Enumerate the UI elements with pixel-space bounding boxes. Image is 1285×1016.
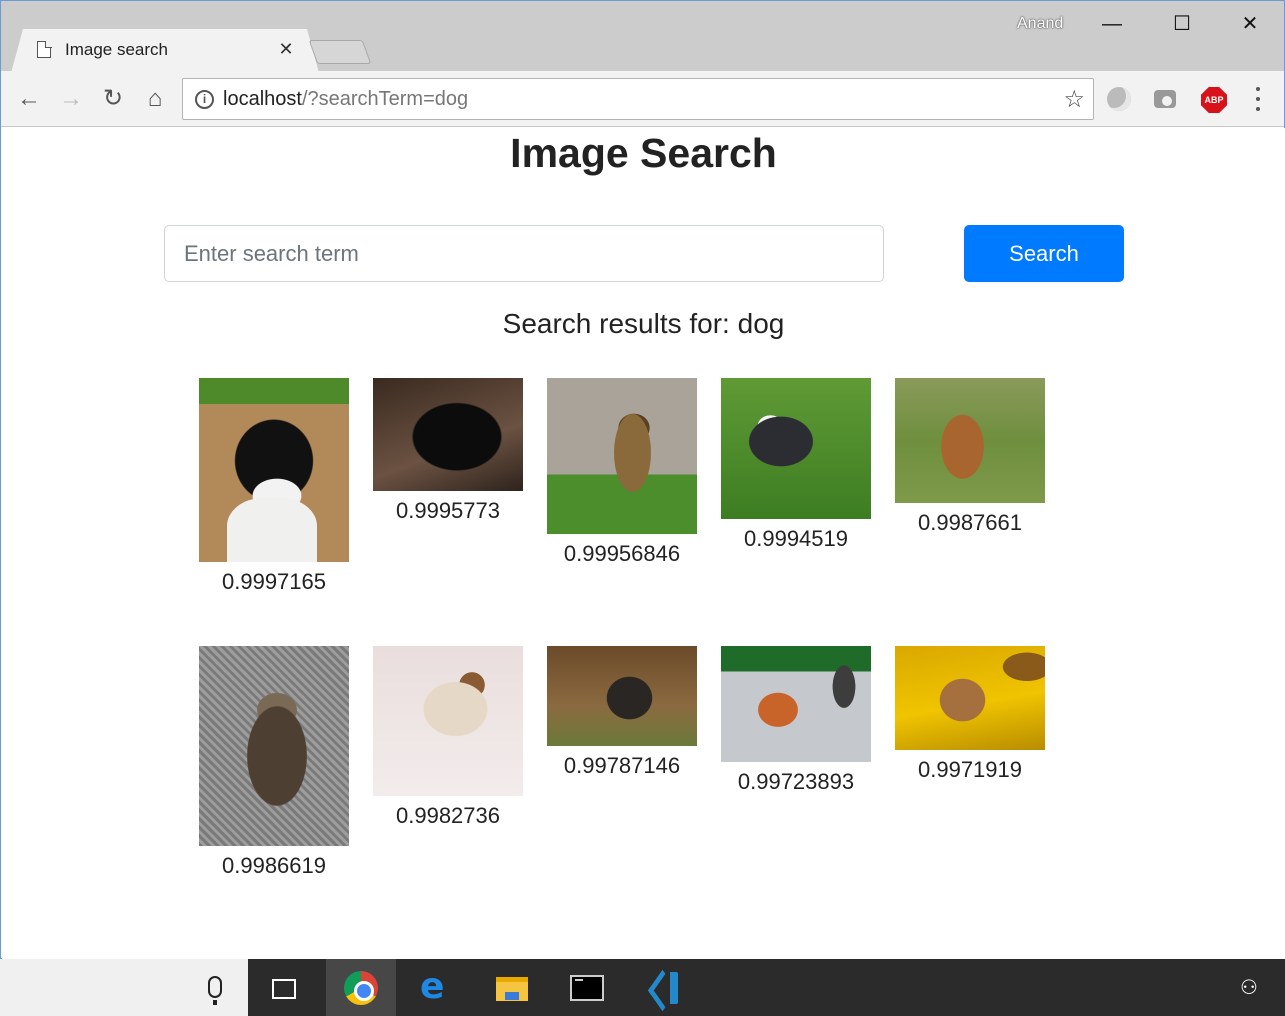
search-input[interactable] bbox=[164, 225, 884, 282]
tab-title: Image search bbox=[65, 40, 168, 59]
browser-window: Image search ✕ Anand — ☐ ✕ ← → ↻ ⌂ i loc… bbox=[0, 0, 1285, 959]
result-score: 0.9987661 bbox=[918, 510, 1022, 535]
result-image[interactable] bbox=[373, 646, 523, 796]
result-image[interactable] bbox=[895, 646, 1045, 750]
result-image[interactable] bbox=[199, 646, 349, 846]
chrome-taskbar-button[interactable] bbox=[326, 959, 396, 1016]
vscode-icon bbox=[648, 972, 678, 1004]
result-item: 0.9995773 bbox=[373, 378, 523, 524]
bookmark-star-icon[interactable]: ☆ bbox=[1063, 85, 1085, 114]
result-score: 0.9997165 bbox=[222, 569, 326, 594]
tab-close-icon[interactable]: ✕ bbox=[275, 38, 297, 60]
result-item: 0.9971919 bbox=[895, 646, 1045, 783]
result-image[interactable] bbox=[547, 378, 697, 534]
result-item: 0.9997165 bbox=[199, 378, 349, 595]
result-image[interactable] bbox=[895, 378, 1045, 503]
result-item: 0.9986619 bbox=[199, 646, 349, 879]
maximize-button[interactable]: ☐ bbox=[1148, 1, 1216, 47]
task-view-icon[interactable] bbox=[248, 959, 318, 1016]
browser-toolbar: ← → ↻ ⌂ i localhost/?searchTerm=dog ☆ AB… bbox=[1, 71, 1284, 127]
result-score: 0.99723893 bbox=[737, 769, 855, 794]
result-image[interactable] bbox=[547, 646, 697, 746]
result-item: 0.99956846 bbox=[547, 378, 697, 567]
result-item: 0.99787146 bbox=[547, 646, 697, 779]
page-icon bbox=[37, 40, 52, 58]
chrome-icon bbox=[344, 971, 378, 1005]
profile-name[interactable]: Anand bbox=[1017, 15, 1063, 33]
result-score: 0.9971919 bbox=[918, 757, 1022, 782]
chrome-menu-icon[interactable] bbox=[1251, 85, 1265, 113]
info-icon[interactable]: i bbox=[195, 90, 214, 109]
taskbar: e bbox=[248, 959, 1285, 1016]
result-score: 0.9982736 bbox=[396, 803, 500, 828]
command-prompt-taskbar-button[interactable] bbox=[550, 959, 620, 1016]
result-item: 0.99723893 bbox=[721, 646, 871, 795]
tab-image-search[interactable]: Image search ✕ bbox=[11, 29, 319, 73]
address-bar[interactable]: i localhost/?searchTerm=dog ☆ bbox=[182, 78, 1094, 120]
page-content: Image Search Search Search results for: … bbox=[2, 128, 1285, 959]
results-heading: Search results for: dog bbox=[502, 308, 785, 339]
result-item: 0.9987661 bbox=[895, 378, 1045, 536]
edge-taskbar-button[interactable]: e bbox=[400, 959, 470, 1016]
search-button[interactable]: Search bbox=[964, 225, 1124, 282]
forward-arrow-icon[interactable]: → bbox=[57, 85, 85, 113]
result-item: 0.9994519 bbox=[721, 378, 871, 552]
edge-icon: e bbox=[420, 966, 445, 1007]
result-score: 0.9995773 bbox=[396, 498, 500, 523]
page-title: Image Search bbox=[510, 130, 777, 176]
back-arrow-icon[interactable]: ← bbox=[15, 85, 43, 113]
extension-ghost-icon[interactable] bbox=[1107, 87, 1131, 111]
result-item: 0.9982736 bbox=[373, 646, 523, 829]
title-bar: Image search ✕ Anand — ☐ ✕ bbox=[1, 1, 1284, 73]
result-score: 0.9986619 bbox=[222, 853, 326, 878]
reload-icon[interactable]: ↻ bbox=[99, 85, 127, 113]
result-image[interactable] bbox=[721, 646, 871, 762]
vscode-taskbar-button[interactable] bbox=[626, 959, 696, 1016]
close-window-button[interactable]: ✕ bbox=[1216, 1, 1284, 47]
new-tab-button[interactable] bbox=[308, 40, 372, 64]
url-host: localhost bbox=[223, 88, 302, 110]
result-score: 0.99956846 bbox=[563, 541, 681, 566]
adblock-plus-icon[interactable]: ABP bbox=[1201, 87, 1227, 113]
file-explorer-taskbar-button[interactable] bbox=[476, 959, 546, 1016]
minimize-button[interactable]: — bbox=[1078, 1, 1146, 47]
result-image[interactable] bbox=[721, 378, 871, 519]
mic-icon[interactable] bbox=[208, 976, 222, 1005]
result-image[interactable] bbox=[199, 378, 349, 562]
camera-extension-icon[interactable] bbox=[1154, 90, 1176, 108]
result-score: 0.9994519 bbox=[744, 526, 848, 551]
home-icon[interactable]: ⌂ bbox=[141, 85, 169, 113]
people-icon[interactable]: ⚇ bbox=[1240, 977, 1262, 999]
result-image[interactable] bbox=[373, 378, 523, 491]
result-score: 0.99787146 bbox=[563, 753, 681, 778]
file-explorer-icon bbox=[496, 977, 528, 1001]
url-text[interactable]: localhost/?searchTerm=dog bbox=[223, 88, 468, 111]
command-prompt-icon bbox=[570, 975, 604, 1001]
url-query: /?searchTerm=dog bbox=[301, 88, 469, 110]
